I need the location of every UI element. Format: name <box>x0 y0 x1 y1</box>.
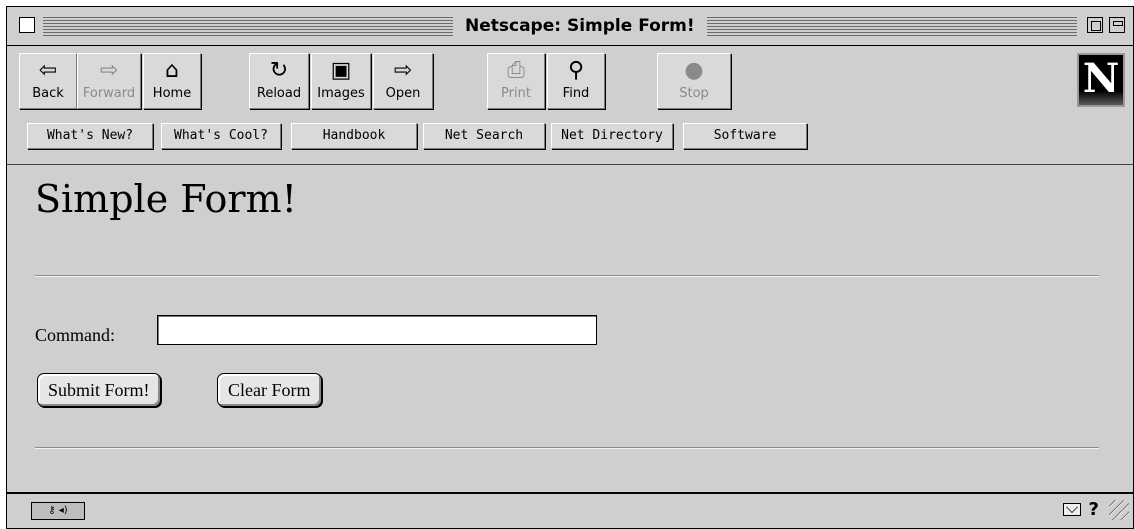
print-button[interactable]: ⎙ Print <box>487 53 545 109</box>
whats-cool-button[interactable]: What's Cool? <box>161 123 281 149</box>
whats-new-button[interactable]: What's New? <box>27 123 153 149</box>
resize-grip[interactable] <box>1109 500 1129 520</box>
collapse-box[interactable] <box>1109 17 1125 33</box>
stop-icon: ● <box>684 58 704 83</box>
toolbar: ⇦ Back ⇨ Forward ⌂ Home ↻ Reload ▣ Image… <box>7 45 1133 165</box>
find-binoculars-icon: ⚲ <box>567 58 585 83</box>
status-bar: ⚷ ◂) ? <box>7 492 1133 528</box>
open-button[interactable]: ⇨ Open <box>373 53 433 109</box>
title-stripes-left <box>43 15 453 37</box>
title-bar[interactable]: Netscape: Simple Form! <box>7 7 1133 46</box>
submit-form-button[interactable]: Submit Form! <box>37 373 161 407</box>
page-title: Simple Form! <box>35 177 297 221</box>
back-arrow-icon: ⇦ <box>38 58 58 83</box>
divider-bottom <box>35 447 1099 449</box>
mail-icon[interactable] <box>1063 503 1081 516</box>
back-button[interactable]: ⇦ Back <box>19 53 77 109</box>
divider-top <box>35 275 1099 277</box>
net-directory-button[interactable]: Net Directory <box>551 123 673 149</box>
software-button[interactable]: Software <box>683 123 807 149</box>
close-box[interactable] <box>19 17 35 33</box>
command-label: Command: <box>35 325 115 345</box>
browser-window: Netscape: Simple Form! ⇦ Back ⇨ Forward … <box>6 6 1134 529</box>
stop-button[interactable]: ● Stop <box>657 53 731 109</box>
reload-button[interactable]: ↻ Reload <box>249 53 309 109</box>
command-input[interactable] <box>157 315 597 345</box>
clear-form-button[interactable]: Clear Form <box>217 373 322 407</box>
title-stripes-right <box>707 15 1077 37</box>
home-button[interactable]: ⌂ Home <box>143 53 201 109</box>
page-content: Simple Form! Command: Submit Form! Clear… <box>7 165 1133 494</box>
open-icon: ⇨ <box>393 58 413 83</box>
handbook-button[interactable]: Handbook <box>291 123 417 149</box>
print-icon: ⎙ <box>507 58 525 83</box>
reload-icon: ↻ <box>269 58 289 83</box>
netscape-logo[interactable]: N <box>1077 53 1125 107</box>
images-icon: ▣ <box>330 58 352 83</box>
forward-button[interactable]: ⇨ Forward <box>77 53 141 109</box>
forward-arrow-icon: ⇨ <box>99 58 119 83</box>
net-search-button[interactable]: Net Search <box>423 123 545 149</box>
images-button[interactable]: ▣ Images <box>311 53 371 109</box>
home-icon: ⌂ <box>165 58 179 83</box>
find-button[interactable]: ⚲ Find <box>547 53 605 109</box>
zoom-box[interactable] <box>1087 17 1103 33</box>
help-icon[interactable]: ? <box>1089 499 1099 520</box>
security-key-icon[interactable]: ⚷ ◂) <box>31 502 85 520</box>
window-title: Netscape: Simple Form! <box>459 15 701 37</box>
